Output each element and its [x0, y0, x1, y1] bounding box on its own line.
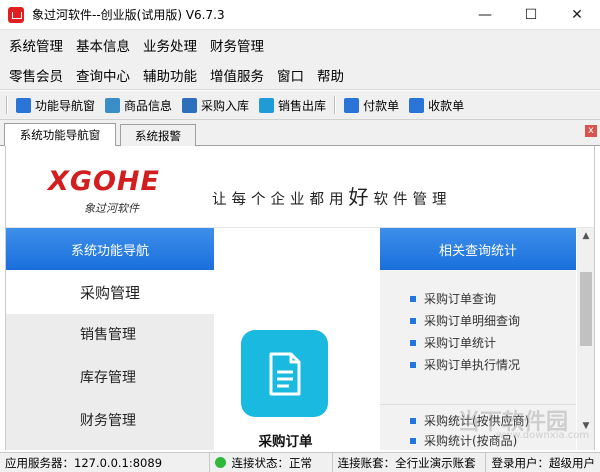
- toolbar-purchase-in-button[interactable]: 采购入库: [178, 93, 255, 117]
- nav-item-purchase[interactable]: 采购管理: [6, 270, 214, 314]
- main-content: XGOHE 象过河软件 让每个企业都用好软件管理 系统功能导航 采购管理 销售管…: [5, 146, 595, 450]
- menu-auxiliary[interactable]: 辅助功能: [143, 65, 197, 85]
- menu-finance-management[interactable]: 财务管理: [210, 35, 264, 55]
- banner-slogan: 让每个企业都用好软件管理: [212, 181, 452, 210]
- menu-system-management[interactable]: 系统管理: [9, 35, 63, 55]
- scrollbar-thumb[interactable]: [580, 272, 592, 346]
- status-account: 连接账套：全行业演示账套: [333, 453, 487, 472]
- toolbar: 功能导航窗 商品信息 采购入库 销售出库 付款单 收款单: [0, 91, 600, 120]
- status-connection: 连接状态：正常: [210, 453, 333, 472]
- toolbar-grip: [6, 96, 8, 114]
- toolbar-product-info-button[interactable]: 商品信息: [101, 93, 178, 117]
- connection-ok-icon: [215, 457, 227, 468]
- toolbar-separator: [334, 96, 337, 114]
- maximize-button[interactable]: ☐: [508, 0, 554, 30]
- slogan-suffix: 软件管理: [373, 192, 452, 208]
- close-button[interactable]: ✕: [554, 0, 600, 30]
- nav-item-sales[interactable]: 销售管理: [6, 314, 214, 354]
- menu-help[interactable]: 帮助: [317, 65, 344, 85]
- app-logo-icon: [8, 6, 24, 23]
- left-nav-list: 采购管理 销售管理 库存管理 财务管理: [6, 270, 214, 450]
- purchase-order-label[interactable]: 采购订单: [238, 430, 333, 450]
- scroll-up-icon[interactable]: ▲: [577, 228, 594, 244]
- banner: XGOHE 象过河软件 让每个企业都用好软件管理: [6, 146, 594, 228]
- status-server: 应用服务器：127.0.0.1:8089: [0, 453, 211, 472]
- watermark-url: www.downxia.com: [496, 430, 590, 441]
- cart-in-icon: [182, 97, 198, 113]
- toolbar-button-label: 付款单: [363, 98, 400, 113]
- status-user: 登录用户：超级用户: [491, 455, 595, 470]
- toolbar-sales-out-button[interactable]: 销售出库: [255, 93, 332, 117]
- document-icon: [269, 352, 300, 395]
- menu-retail-members[interactable]: 零售会员: [9, 65, 63, 85]
- menu-basic-info[interactable]: 基本信息: [76, 35, 130, 55]
- tab-strip: 系统功能导航窗 系统报警 x: [0, 120, 600, 146]
- tab-close-icon[interactable]: x: [585, 125, 597, 137]
- menu-bar-primary: 系统管理 基本信息 业务处理 财务管理: [0, 30, 600, 60]
- toolbar-button-label: 采购入库: [201, 98, 250, 113]
- menu-value-added[interactable]: 增值服务: [210, 65, 264, 85]
- vertical-scrollbar[interactable]: ▲ ▼: [577, 228, 594, 450]
- brand-logo: XGOHE: [48, 166, 160, 197]
- tab-system-alarm[interactable]: 系统报警: [120, 124, 196, 146]
- toolbar-button-label: 收款单: [428, 98, 465, 113]
- receipt-icon: [409, 97, 425, 113]
- home-icon: [16, 97, 31, 113]
- status-connection-text: 连接状态：正常: [231, 455, 312, 470]
- purchase-order-card[interactable]: [241, 330, 328, 417]
- menu-window[interactable]: 窗口: [277, 65, 304, 85]
- status-bar: 应用服务器：127.0.0.1:8089 连接状态：正常 连接账套：全行业演示账…: [0, 452, 600, 472]
- nav-item-finance[interactable]: 财务管理: [6, 400, 214, 440]
- right-panel-header: 相关查询统计: [380, 228, 576, 270]
- query-purchase-order-execution[interactable]: 采购订单执行情况: [410, 356, 520, 373]
- slogan-emphasis: 好: [348, 185, 374, 209]
- toolbar-nav-window-button[interactable]: 功能导航窗: [12, 93, 101, 117]
- toolbar-button-label: 商品信息: [124, 98, 173, 113]
- left-nav-header: 系统功能导航: [6, 228, 214, 270]
- payment-icon: [344, 97, 360, 113]
- menu-bar-secondary: 零售会员 查询中心 辅助功能 增值服务 窗口 帮助: [0, 60, 600, 90]
- menu-query-center[interactable]: 查询中心: [76, 65, 130, 85]
- toolbar-receipt-button[interactable]: 收款单: [405, 93, 470, 117]
- toolbar-payment-button[interactable]: 付款单: [340, 93, 405, 117]
- toolbar-button-label: 销售出库: [278, 98, 327, 113]
- toolbar-button-label: 功能导航窗: [35, 98, 96, 113]
- minimize-button[interactable]: —: [462, 0, 508, 30]
- window-title: 象过河软件--创业版(试用版) V6.7.3: [32, 8, 225, 22]
- query-purchase-order[interactable]: 采购订单查询: [410, 290, 496, 307]
- title-bar: 象过河软件--创业版(试用版) V6.7.3 — ☐ ✕: [0, 0, 600, 30]
- slogan-prefix: 让每个企业都用: [212, 192, 349, 208]
- window-controls: — ☐ ✕: [462, 0, 600, 30]
- query-purchase-order-stats[interactable]: 采购订单统计: [410, 334, 496, 351]
- brand-logo-subtitle: 象过河软件: [84, 202, 139, 215]
- query-purchase-order-detail[interactable]: 采购订单明细查询: [410, 312, 520, 329]
- grid-icon: [105, 97, 121, 113]
- menu-business-processing[interactable]: 业务处理: [143, 35, 197, 55]
- cart-out-icon: [259, 97, 275, 113]
- tab-system-nav[interactable]: 系统功能导航窗: [4, 123, 116, 146]
- nav-item-inventory[interactable]: 库存管理: [6, 357, 214, 397]
